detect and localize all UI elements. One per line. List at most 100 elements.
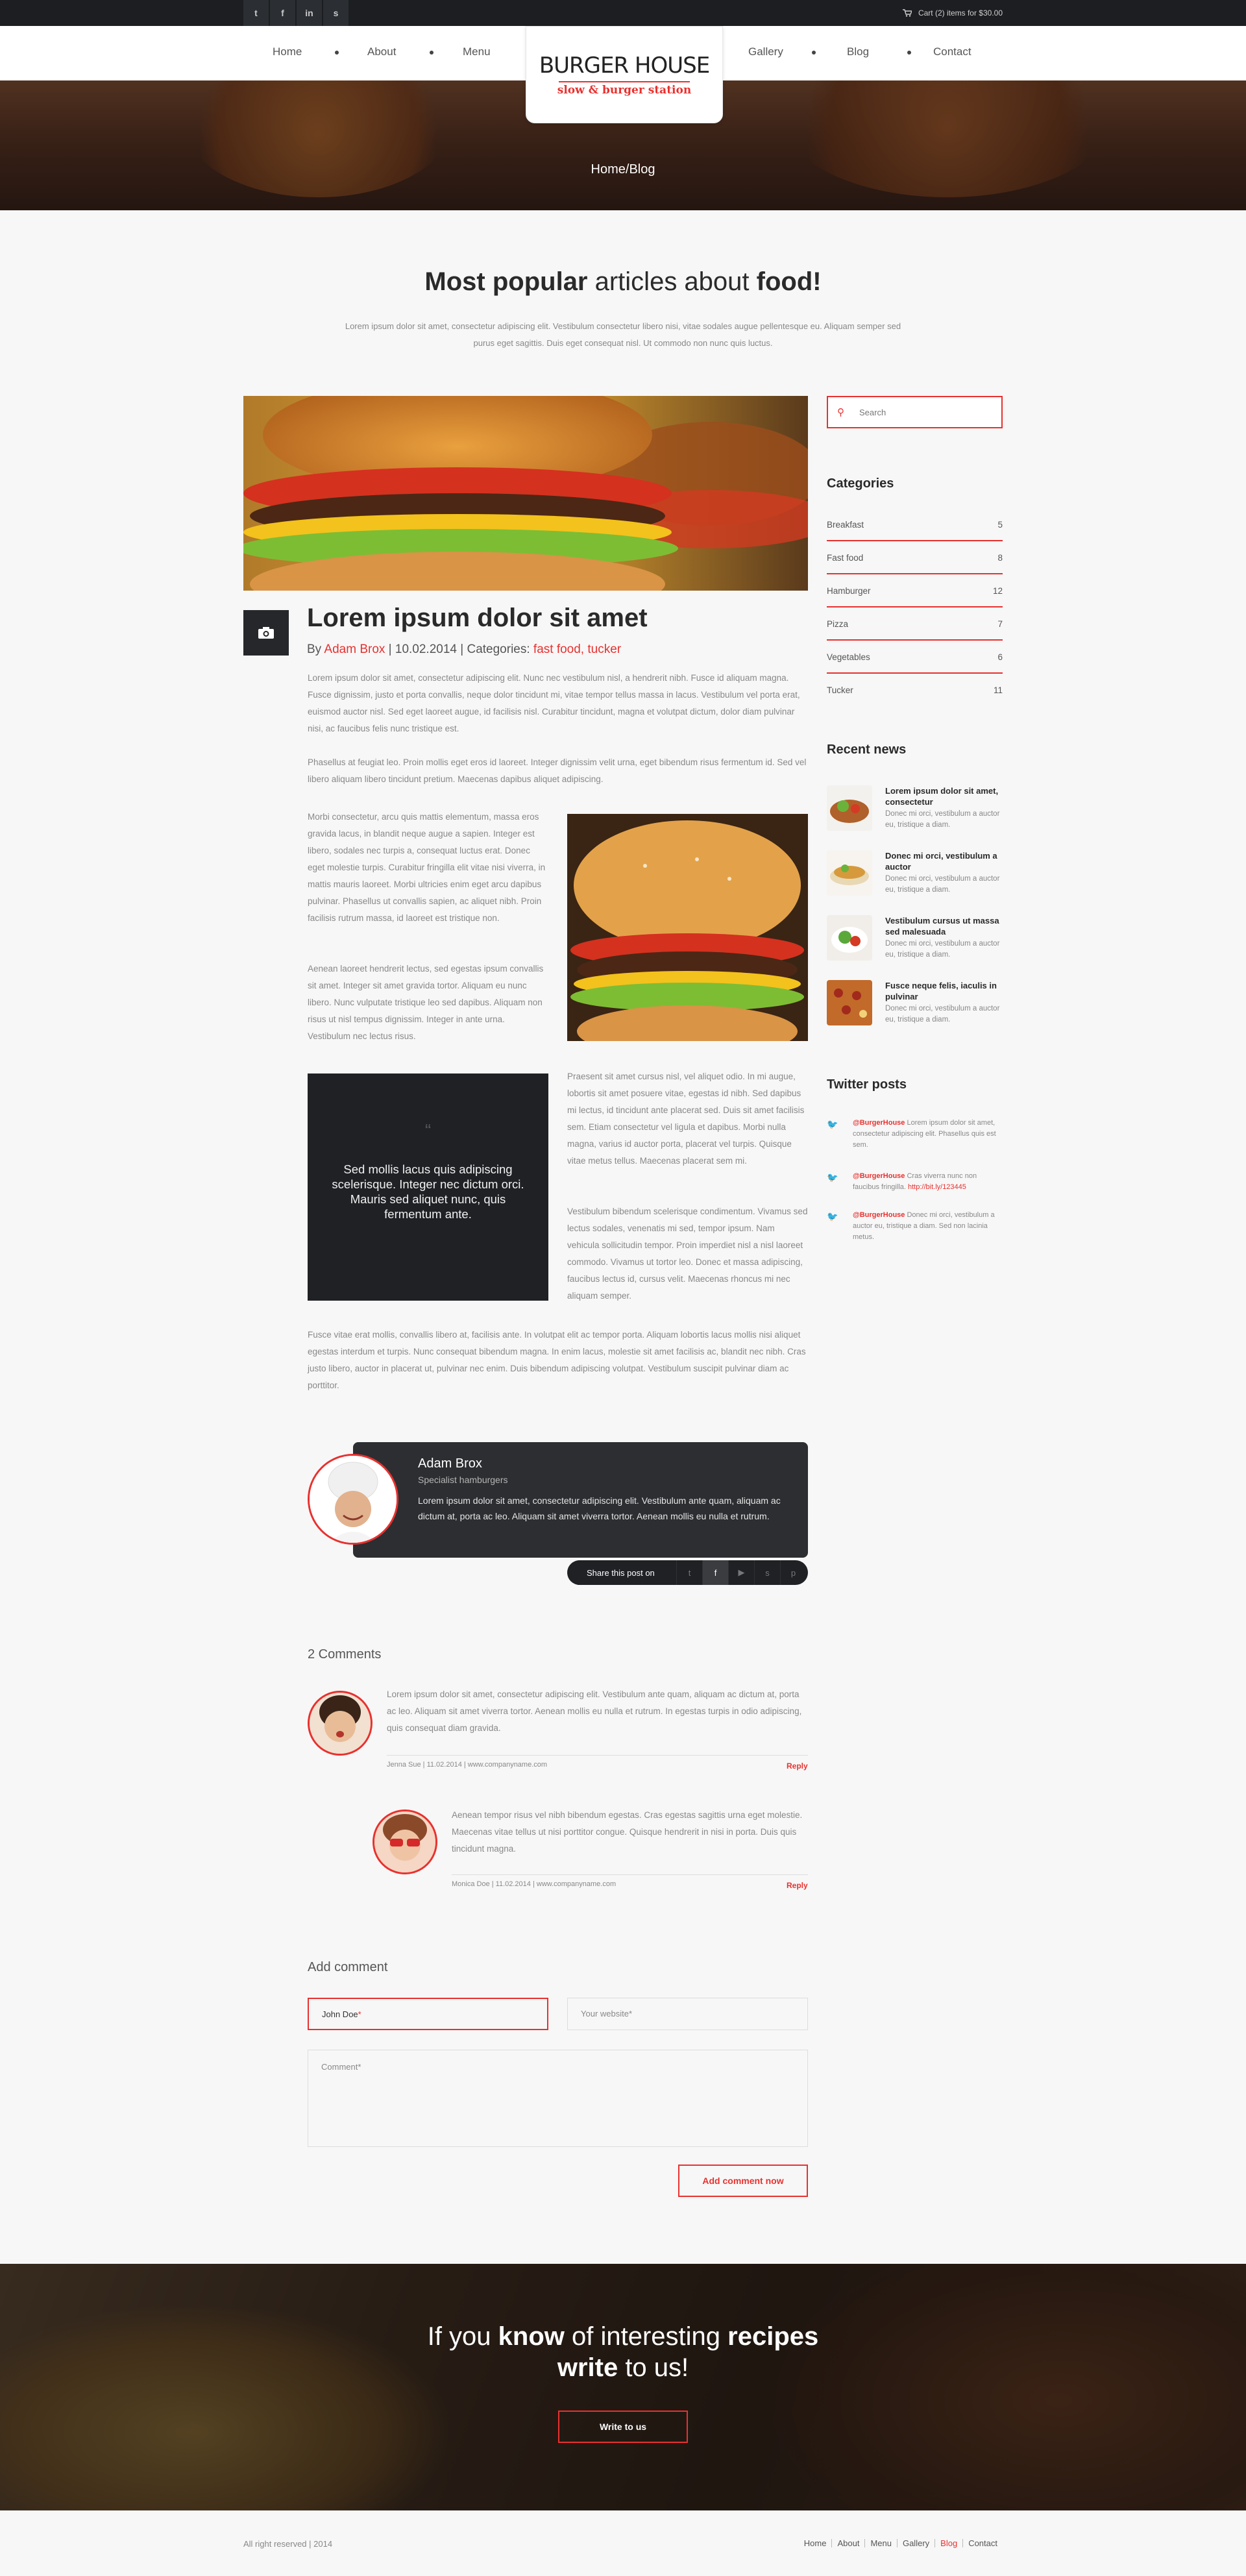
- tweet-handle[interactable]: @BurgerHouse: [853, 1172, 905, 1180]
- share-label: Share this post on: [587, 1567, 655, 1578]
- website-field[interactable]: Your website*: [567, 1998, 808, 2030]
- nav-gallery[interactable]: Gallery: [748, 45, 783, 58]
- share-bar: Share this post on t f ▶ s p: [567, 1560, 808, 1585]
- intro-text: Lorem ipsum dolor sit amet, consectetur …: [345, 321, 901, 348]
- nav-menu[interactable]: Menu: [463, 45, 491, 58]
- news-excerpt: Donec mi orci, vestibulum a auctor eu, t…: [885, 875, 1000, 894]
- tweet-link[interactable]: http://bit.ly/123445: [908, 1183, 966, 1191]
- comment-textarea[interactable]: Comment*: [308, 2050, 808, 2147]
- nav-home[interactable]: Home: [273, 45, 302, 58]
- category-item[interactable]: Vegetables 6: [827, 641, 1003, 674]
- nav-blog[interactable]: Blog: [847, 45, 869, 58]
- share-facebook-icon[interactable]: f: [702, 1560, 728, 1585]
- cta-strong: write: [557, 2353, 618, 2382]
- post-title[interactable]: Lorem ipsum dolor sit amet: [307, 604, 648, 633]
- cta-banner: If you know of interesting recipes write…: [0, 2264, 1246, 2510]
- nav-separator: [335, 51, 339, 55]
- post-main-image[interactable]: [243, 396, 808, 591]
- post-side-image[interactable]: [567, 814, 808, 1041]
- nav-contact[interactable]: Contact: [933, 45, 971, 58]
- headline-strong-2: food!: [756, 267, 822, 296]
- headline-strong-1: Most popular: [424, 267, 588, 296]
- news-item[interactable]: Donec mi orci, vestibulum a auctor Donec…: [827, 850, 1003, 909]
- cta-text: of interesting: [564, 2322, 728, 2351]
- footer-link-menu[interactable]: Menu: [864, 2539, 897, 2547]
- facebook-icon[interactable]: f: [270, 0, 296, 26]
- categories-heading: Categories: [827, 476, 894, 491]
- skype-icon[interactable]: s: [323, 0, 349, 26]
- commenter-avatar: [308, 1691, 373, 1756]
- share-pinterest-icon[interactable]: p: [780, 1560, 806, 1585]
- twitter-icon[interactable]: t: [243, 0, 269, 26]
- write-to-us-button[interactable]: Write to us: [558, 2410, 688, 2443]
- search-input[interactable]: ⚲ Search: [827, 396, 1003, 428]
- twitter-posts-heading: Twitter posts: [827, 1077, 907, 1092]
- footer-link-about[interactable]: About: [831, 2539, 864, 2547]
- footer-link-home[interactable]: Home: [799, 2539, 832, 2547]
- post-author-link[interactable]: Adam Brox: [324, 643, 385, 656]
- author-name[interactable]: Adam Brox: [418, 1456, 482, 1471]
- post-paragraph-3: Morbi consectetur, arcu quis mattis elem…: [308, 812, 546, 923]
- author-avatar: [308, 1454, 398, 1545]
- news-excerpt: Donec mi orci, vestibulum a auctor eu, t…: [885, 1005, 1000, 1024]
- author-box: Adam Brox Specialist hamburgers Lorem ip…: [353, 1442, 808, 1558]
- reply-button[interactable]: Reply: [787, 1881, 808, 1890]
- post-paragraph-5: Praesent sit amet cursus nisl, vel aliqu…: [567, 1072, 805, 1166]
- breadcrumb[interactable]: Home/Blog: [0, 162, 1246, 177]
- category-item[interactable]: Pizza 7: [827, 607, 1003, 641]
- footer-link-blog[interactable]: Blog: [934, 2539, 962, 2547]
- post-categories-link[interactable]: fast food, tucker: [533, 643, 621, 656]
- tweet: 🐦 @BurgerHouse Lorem ipsum dolor sit ame…: [827, 1118, 1003, 1151]
- category-item[interactable]: Tucker 11: [827, 674, 1003, 707]
- nav-about[interactable]: About: [367, 45, 396, 58]
- category-item[interactable]: Hamburger 12: [827, 574, 1003, 607]
- news-thumbnail: [827, 980, 872, 1025]
- name-field[interactable]: John Doe*: [308, 1998, 548, 2030]
- add-comment-title: Add comment: [308, 1960, 388, 1974]
- headline-normal: articles about: [587, 267, 757, 296]
- tweet-handle[interactable]: @BurgerHouse: [853, 1119, 905, 1127]
- category-count: 8: [997, 553, 1003, 563]
- page-headline: Most popular articles about food!: [0, 267, 1246, 297]
- footer-link-contact[interactable]: Contact: [962, 2539, 1003, 2547]
- cart-summary[interactable]: Cart (2) items for $30.00: [902, 8, 1003, 18]
- cta-strong: know: [498, 2322, 565, 2351]
- category-item[interactable]: Breakfast 5: [827, 508, 1003, 541]
- nav-separator: [430, 51, 434, 55]
- share-youtube-icon[interactable]: ▶: [728, 1560, 754, 1585]
- category-count: 12: [992, 586, 1003, 596]
- news-excerpt: Donec mi orci, vestibulum a auctor eu, t…: [885, 940, 1000, 959]
- site-logo[interactable]: BURGER HOUSE slow & burger station: [526, 26, 723, 123]
- logo-rule: [559, 81, 690, 82]
- post-paragraph-6: Vestibulum bibendum scelerisque condimen…: [567, 1207, 808, 1301]
- comment-text: Lorem ipsum dolor sit amet, consectetur …: [387, 1689, 802, 1733]
- share-skype-icon[interactable]: s: [754, 1560, 780, 1585]
- reply-button[interactable]: Reply: [787, 1761, 808, 1771]
- recent-news-heading: Recent news: [827, 742, 907, 757]
- share-twitter-icon[interactable]: t: [676, 1560, 702, 1585]
- news-item[interactable]: Vestibulum cursus ut massa sed malesuada…: [827, 915, 1003, 974]
- copyright: All right reserved | 2014: [243, 2539, 333, 2549]
- category-name: Hamburger: [827, 586, 871, 596]
- add-comment-button[interactable]: Add comment now: [678, 2165, 808, 2197]
- cta-strong: recipes: [727, 2322, 819, 2351]
- cta-line-2: write to us!: [0, 2353, 1246, 2383]
- category-count: 6: [997, 652, 1003, 662]
- cart-text: Cart (2) items for $30.00: [918, 8, 1003, 18]
- post-meta: By Adam Brox | 10.02.2014 | Categories: …: [307, 643, 621, 657]
- tweet-handle[interactable]: @BurgerHouse: [853, 1211, 905, 1219]
- required-mark: *: [358, 2009, 361, 2019]
- linkedin-icon[interactable]: in: [297, 0, 323, 26]
- footer-link-gallery[interactable]: Gallery: [896, 2539, 934, 2547]
- category-item[interactable]: Fast food 8: [827, 541, 1003, 574]
- news-item[interactable]: Fusce neque felis, iaculis in pulvinar D…: [827, 980, 1003, 1038]
- category-name: Breakfast: [827, 520, 864, 530]
- category-count: 11: [993, 685, 1003, 695]
- commenter-avatar: [373, 1809, 437, 1874]
- news-excerpt: Donec mi orci, vestibulum a auctor eu, t…: [885, 810, 1000, 829]
- author-bio: Lorem ipsum dolor sit amet, consectetur …: [418, 1495, 781, 1521]
- nav-separator: [907, 51, 911, 55]
- meta-by: By: [307, 643, 324, 656]
- news-item[interactable]: Lorem ipsum dolor sit amet, consectetur …: [827, 785, 1003, 844]
- news-thumbnail: [827, 915, 872, 961]
